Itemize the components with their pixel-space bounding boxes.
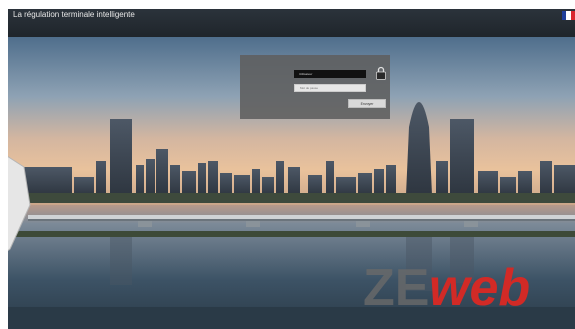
submit-button[interactable]: Envoyer	[348, 99, 386, 108]
app-window: La régulation terminale intelligente Uti…	[8, 9, 575, 329]
device-fragment	[8, 156, 31, 252]
french-flag-icon[interactable]	[562, 11, 575, 20]
password-input[interactable]	[294, 84, 366, 92]
header-bar: La régulation terminale intelligente	[8, 9, 575, 37]
logo-text-red: web	[429, 259, 530, 315]
login-panel: Envoyer	[240, 55, 390, 119]
app-title: La régulation terminale intelligente	[13, 10, 135, 19]
zeweb-logo: ZE web	[363, 259, 530, 315]
padlock-icon	[376, 66, 386, 80]
logo-text-gray: ZE	[363, 259, 429, 315]
username-input[interactable]	[294, 70, 366, 78]
